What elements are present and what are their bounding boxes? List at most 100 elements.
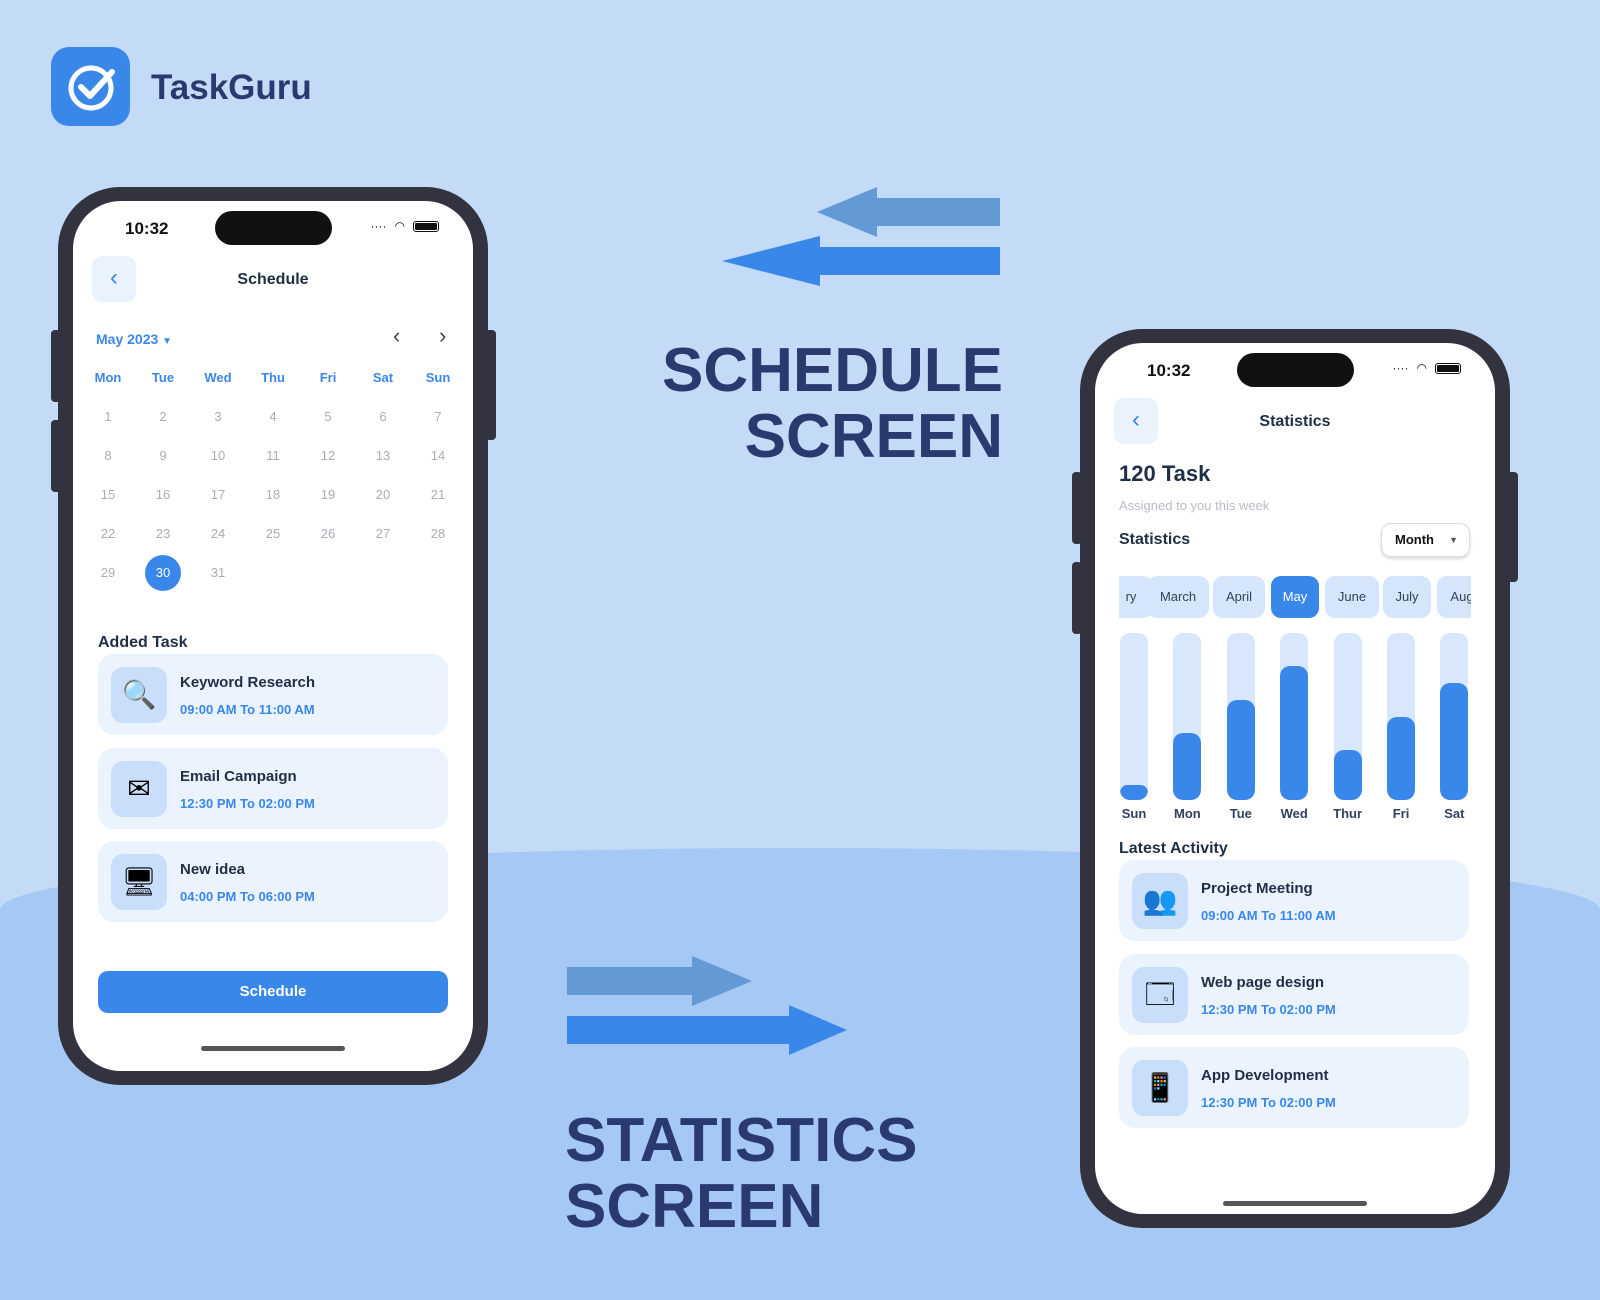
month-tab-march[interactable]: March <box>1147 576 1209 618</box>
calendar-day[interactable]: 30 <box>145 555 181 591</box>
task-name: New idea <box>180 861 246 878</box>
task-card[interactable]: ✉ Email Campaign 12:30 PM To 02:00 PM <box>98 747 448 829</box>
task-card[interactable]: 🖥 New idea 04:00 PM To 06:00 PM <box>98 841 448 922</box>
schedule-button[interactable]: Schedule <box>98 971 448 1013</box>
weekday-mon: Mon <box>94 370 122 385</box>
calendar-day[interactable]: 17 <box>200 477 236 513</box>
month-selector[interactable]: May 2023 ▼ <box>96 331 172 347</box>
bar-label-fri: Fri <box>1392 806 1410 821</box>
brand-name: TaskGuru <box>151 68 312 107</box>
calendar-day[interactable]: 9 <box>145 438 181 474</box>
bar-thur <box>1333 749 1362 800</box>
calendar-day[interactable]: 25 <box>255 516 291 552</box>
calendar-day[interactable]: 5 <box>310 399 346 435</box>
caption-statistics-2: SCREEN <box>565 1172 824 1241</box>
bar-label-tue: Tue <box>1229 806 1252 821</box>
webpage-icon: 🗔 <box>1132 966 1188 1023</box>
weekday-sun: Sun <box>425 370 451 385</box>
calendar-day[interactable]: 21 <box>420 477 456 513</box>
task-name: Project Meeting <box>1201 880 1313 897</box>
calendar-day[interactable]: 27 <box>365 516 401 552</box>
calendar-day[interactable]: 29 <box>90 555 126 591</box>
calendar-day[interactable]: 6 <box>365 399 401 435</box>
task-time: 09:00 AM To 11:00 AM <box>180 702 315 717</box>
bar-tue <box>1226 699 1255 800</box>
dynamic-island <box>215 211 332 245</box>
calendar-day[interactable]: 16 <box>145 477 181 513</box>
magnifier-icon: 🔍 <box>111 667 167 723</box>
calendar-day[interactable]: 1 <box>90 399 126 435</box>
weekday-thu: Thu <box>261 370 285 385</box>
calendar-day[interactable]: 14 <box>420 438 456 474</box>
calendar-day[interactable]: 20 <box>365 477 401 513</box>
calendar-day[interactable]: 2 <box>145 399 181 435</box>
bar-label-mon: Mon <box>1174 806 1201 821</box>
task-time: 04:00 PM To 06:00 PM <box>180 889 315 904</box>
bar-wed <box>1280 666 1309 800</box>
calendar-day[interactable]: 18 <box>255 477 291 513</box>
bar-mon <box>1173 733 1202 800</box>
bar-sat <box>1440 683 1469 800</box>
weekday-wed: Wed <box>204 370 232 385</box>
calendar-day[interactable]: 23 <box>145 516 181 552</box>
task-time: 12:30 PM To 02:00 PM <box>1201 1001 1336 1017</box>
bar-label-sat: Sat <box>1444 806 1465 821</box>
calendar-day[interactable]: 12 <box>310 438 346 474</box>
bar-track-sat <box>1440 633 1469 800</box>
devices-icon: 🖥 <box>111 854 167 910</box>
calendar-day[interactable]: 26 <box>310 516 346 552</box>
month-tab-july[interactable]: July <box>1383 576 1431 618</box>
task-card[interactable]: 📱 App Development 12:30 PM To 02:00 PM <box>1119 1047 1469 1128</box>
calendar-day[interactable]: 4 <box>255 399 291 435</box>
email-icon: ✉ <box>111 760 167 817</box>
task-name: App Development <box>1201 1067 1329 1084</box>
phone-app-icon: 📱 <box>1132 1060 1188 1116</box>
bar-track-fri <box>1387 633 1415 800</box>
calendar-day[interactable]: 10 <box>200 438 236 474</box>
month-tab-may[interactable]: May <box>1271 576 1319 618</box>
page-title: Schedule <box>237 271 309 288</box>
schedule-screen: 10:32 ···· ◠ ‹ Schedule May 2023 ▼ ‹ › Mo… <box>73 201 473 1071</box>
prev-month-button[interactable]: ‹ <box>393 323 400 349</box>
task-name: Keyword Research <box>180 674 316 691</box>
calendar-day[interactable]: 19 <box>310 477 346 513</box>
task-card[interactable]: 👥 Project Meeting 09:00 AM To 11:00 AM <box>1119 860 1469 941</box>
caption-schedule: SCHEDULE SCREEN <box>600 338 1003 470</box>
bar-label-wed: Wed <box>1280 806 1308 821</box>
weekday-sat: Sat <box>372 370 394 385</box>
wifi-icon: ◠ <box>394 219 405 233</box>
calendar-day[interactable]: 8 <box>90 438 126 474</box>
bar-track-sun <box>1120 633 1148 800</box>
meeting-icon: 👥 <box>1132 873 1188 929</box>
calendar-day[interactable]: 11 <box>255 438 291 474</box>
task-name: Email Campaign <box>180 767 297 785</box>
month-tab-april[interactable]: April <box>1213 576 1265 618</box>
bar-label-sun: Sun <box>1121 806 1147 821</box>
taskguru-logo <box>51 47 130 126</box>
calendar-day[interactable]: 13 <box>365 438 401 474</box>
calendar-day[interactable]: 28 <box>420 516 456 552</box>
stage: TaskGuru SCHEDULE SCREEN STATISTICS SCRE… <box>0 0 1600 1300</box>
added-task-heading: Added Task <box>98 634 188 651</box>
arrow-right-icon <box>567 956 847 1055</box>
task-card[interactable]: 🗔 Web page design 12:30 PM To 02:00 PM <box>1119 953 1469 1035</box>
caption-schedule-2: SCREEN <box>744 402 1003 471</box>
month-label: May 2023 <box>96 331 159 347</box>
weekday-tue: Tue <box>151 370 175 385</box>
calendar-day[interactable]: 31 <box>200 555 236 591</box>
month-tabs: ry March April May June July Aug <box>1119 343 1471 643</box>
calendar-day[interactable]: 15 <box>90 477 126 513</box>
status-time: 10:32 <box>125 219 169 238</box>
month-tab-june[interactable]: June <box>1325 576 1379 618</box>
next-month-button[interactable]: › <box>439 323 446 349</box>
task-card[interactable]: 🔍 Keyword Research 09:00 AM To 11:00 AM <box>98 654 448 735</box>
month-tab-aug[interactable]: Aug <box>1437 576 1471 618</box>
weekday-fri: Fri <box>319 370 337 385</box>
calendar-day[interactable]: 24 <box>200 516 236 552</box>
calendar-day[interactable]: 3 <box>200 399 236 435</box>
caption-schedule-1: SCHEDULE <box>661 336 1003 405</box>
calendar-day[interactable]: 7 <box>420 399 456 435</box>
task-time: 09:00 AM To 11:00 AM <box>1201 908 1336 923</box>
calendar-day[interactable]: 22 <box>90 516 126 552</box>
bar-fri <box>1387 716 1415 800</box>
